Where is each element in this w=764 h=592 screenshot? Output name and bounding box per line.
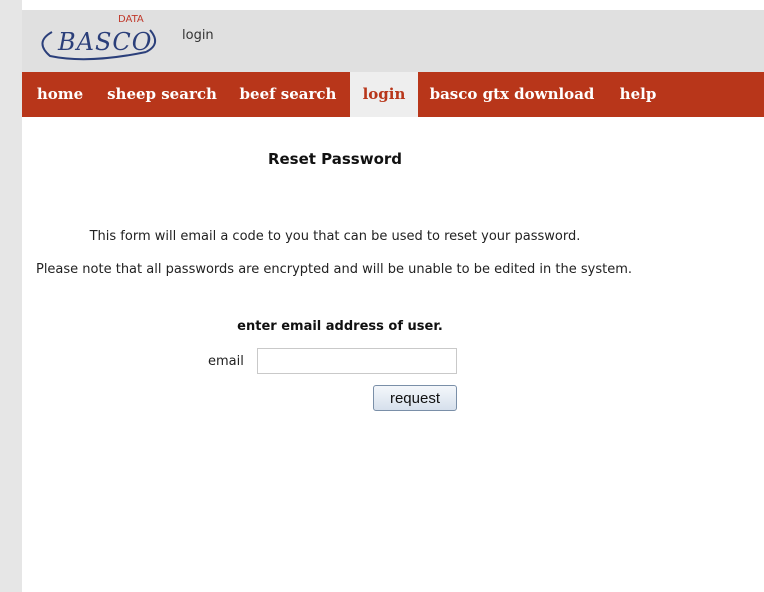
main-navigation: home sheep search beef search login basc… (22, 72, 764, 117)
description-line: This form will email a code to you that … (89, 229, 581, 244)
logo-wordmark: BASCO (57, 28, 152, 56)
nav-help[interactable]: help (606, 72, 670, 117)
logo-superscript: DATA (118, 14, 144, 25)
nav-login[interactable]: login (350, 72, 418, 117)
email-label: email (208, 354, 244, 369)
nav-basco-gtx-download[interactable]: basco gtx download (418, 72, 606, 117)
page-left-border (0, 0, 22, 592)
nav-beef-search[interactable]: beef search (226, 72, 350, 117)
header-login-link[interactable]: login (182, 28, 214, 43)
nav-home[interactable]: home (22, 72, 98, 117)
encryption-note: Please note that all passwords are encry… (35, 262, 633, 277)
basco-data-logo[interactable]: DATA BASCO (28, 8, 168, 64)
page-title: Reset Password (267, 150, 403, 168)
nav-sheep-search[interactable]: sheep search (98, 72, 226, 117)
email-input[interactable] (257, 348, 457, 374)
form-heading: enter email address of user. (237, 319, 443, 334)
request-button[interactable]: request (373, 385, 457, 411)
